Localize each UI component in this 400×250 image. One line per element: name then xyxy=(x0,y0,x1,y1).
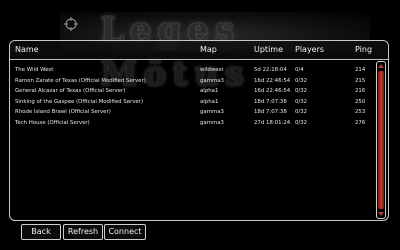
server-list-panel: Name Map Uptime Players Ping The Wild We… xyxy=(9,40,389,221)
server-uptime: 27d 18:01:24 xyxy=(254,119,291,126)
server-players: 0/32 xyxy=(295,109,308,115)
server-ping: 253 xyxy=(355,109,366,115)
server-row[interactable]: Sinking of the Gaspee (Official Modified… xyxy=(10,97,378,108)
connect-button[interactable]: Connect xyxy=(104,224,146,240)
server-players: 0/32 xyxy=(295,77,308,84)
server-uptime: 16d 22:46:54 xyxy=(254,88,291,94)
server-list-header: Name Map Uptime Players Ping xyxy=(10,41,388,60)
server-row[interactable]: The Wild West wildwest 5d 22:18:04 0/4 2… xyxy=(10,65,378,76)
server-players: 0/4 xyxy=(295,67,304,73)
server-uptime: 18d 7:07:38 xyxy=(254,98,287,105)
server-players: 0/32 xyxy=(295,88,308,94)
column-header-ping[interactable]: Ping xyxy=(355,41,372,59)
scroll-down-arrow-icon[interactable] xyxy=(378,212,384,216)
scroll-up-arrow-icon[interactable] xyxy=(378,64,384,68)
server-ping: 216 xyxy=(355,88,366,94)
server-name: Ramon Zarate of Texas (Official Modified… xyxy=(15,77,146,84)
server-list-scrollbar[interactable] xyxy=(376,61,386,219)
server-uptime: 5d 22:18:04 xyxy=(254,67,287,73)
server-ping: 215 xyxy=(355,77,366,84)
server-map: alpha1 xyxy=(200,88,219,94)
crosshair-icon xyxy=(64,17,78,31)
server-row[interactable]: General Alcazar of Texas (Official Serve… xyxy=(10,86,378,97)
server-name: Tech House (Official Server) xyxy=(15,119,90,126)
server-ping: 250 xyxy=(355,98,366,105)
server-uptime: 18d 7:07:38 xyxy=(254,109,287,115)
back-button[interactable]: Back xyxy=(21,224,61,240)
server-map: alpha1 xyxy=(200,98,219,105)
column-header-map[interactable]: Map xyxy=(200,41,217,59)
server-row[interactable]: Tech House (Official Server) gamma3 27d … xyxy=(10,118,378,129)
server-ping: 276 xyxy=(355,119,366,126)
server-name: Rhode Island Brawl (Official Server) xyxy=(15,109,111,115)
server-uptime: 16d 22:46:54 xyxy=(254,77,291,84)
column-header-players[interactable]: Players xyxy=(295,41,324,59)
server-players: 0/32 xyxy=(295,119,308,126)
server-map: gamma3 xyxy=(200,109,224,115)
scrollbar-thumb[interactable] xyxy=(378,71,384,209)
server-map: wildwest xyxy=(200,67,224,73)
server-name: Sinking of the Gaspee (Official Modified… xyxy=(15,98,144,105)
server-row[interactable]: Ramon Zarate of Texas (Official Modified… xyxy=(10,76,378,87)
server-ping: 214 xyxy=(355,67,366,73)
refresh-button[interactable]: Refresh xyxy=(63,224,103,240)
server-name: The Wild West xyxy=(15,67,54,73)
server-map: gamma3 xyxy=(200,77,224,84)
server-players: 0/32 xyxy=(295,98,308,105)
column-header-uptime[interactable]: Uptime xyxy=(254,41,283,59)
column-header-name[interactable]: Name xyxy=(15,41,39,59)
server-map: gamma3 xyxy=(200,119,224,126)
server-rows: The Wild West wildwest 5d 22:18:04 0/4 2… xyxy=(10,65,378,128)
server-name: General Alcazar of Texas (Official Serve… xyxy=(15,88,126,94)
server-row[interactable]: Rhode Island Brawl (Official Server) gam… xyxy=(10,107,378,118)
